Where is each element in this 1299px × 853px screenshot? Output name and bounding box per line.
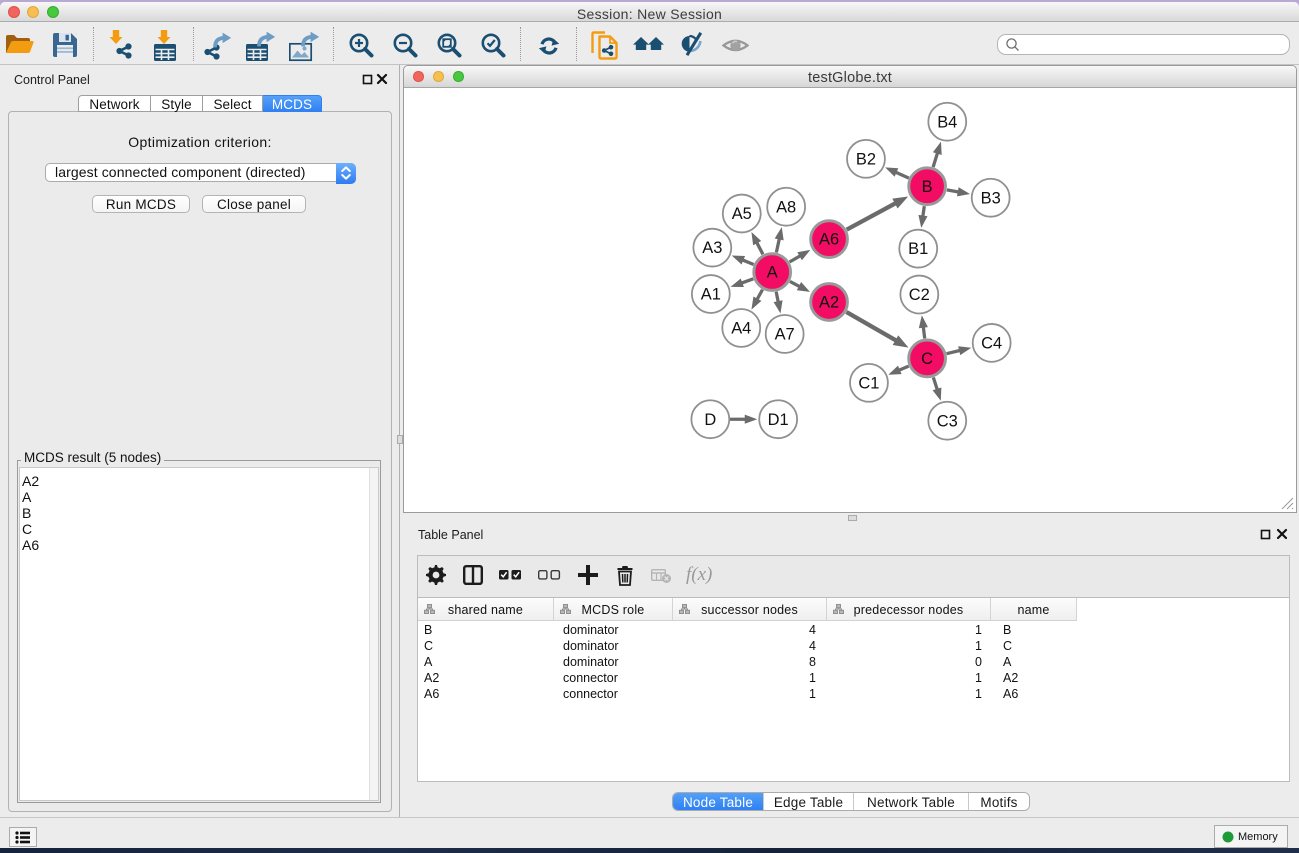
svg-text:C3: C3 [937,412,958,430]
svg-text:B1: B1 [908,240,928,258]
svg-text:B2: B2 [856,150,876,168]
svg-text:A1: A1 [701,286,721,304]
svg-text:C2: C2 [909,286,930,304]
svg-text:A5: A5 [732,205,752,223]
svg-text:A7: A7 [775,326,795,344]
svg-text:D1: D1 [768,411,789,429]
svg-text:A4: A4 [731,320,751,338]
svg-text:B: B [922,178,933,196]
svg-text:B3: B3 [981,189,1001,207]
svg-text:C: C [921,350,933,368]
svg-text:D: D [704,411,716,429]
svg-text:A2: A2 [819,294,839,312]
svg-text:B4: B4 [937,113,957,131]
svg-text:A3: A3 [702,239,722,257]
svg-text:A6: A6 [819,231,839,249]
svg-text:C4: C4 [981,334,1002,352]
svg-text:A: A [767,264,778,282]
svg-text:f(x): f(x) [686,564,712,585]
svg-text:A8: A8 [776,198,796,216]
svg-text:C1: C1 [858,374,879,392]
